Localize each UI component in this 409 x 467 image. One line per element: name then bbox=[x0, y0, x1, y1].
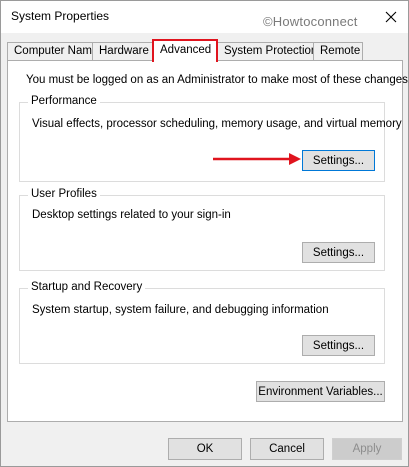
user-profiles-label: User Profiles bbox=[28, 188, 100, 200]
ok-button[interactable]: OK bbox=[168, 438, 242, 460]
window-title: System Properties bbox=[11, 9, 110, 23]
startup-recovery-group: Startup and Recovery System startup, sys… bbox=[19, 281, 385, 364]
title-bar[interactable]: System Properties ©Howtoconnect bbox=[1, 1, 408, 33]
tab-remote[interactable]: Remote bbox=[313, 42, 363, 61]
watermark: ©Howtoconnect bbox=[263, 14, 358, 29]
apply-button[interactable]: Apply bbox=[332, 438, 402, 460]
performance-group: Performance Visual effects, processor sc… bbox=[19, 95, 402, 182]
close-icon bbox=[385, 11, 397, 23]
tab-computer-name[interactable]: Computer Name bbox=[7, 42, 98, 61]
performance-settings-button[interactable]: Settings... bbox=[302, 150, 375, 171]
startup-recovery-description: System startup, system failure, and debu… bbox=[32, 304, 329, 316]
user-profiles-description: Desktop settings related to your sign-in bbox=[32, 209, 231, 221]
performance-description: Visual effects, processor scheduling, me… bbox=[32, 118, 402, 130]
close-button[interactable] bbox=[380, 7, 402, 27]
admin-notice: You must be logged on as an Administrato… bbox=[26, 74, 409, 86]
tab-strip: Computer Name Hardware Advanced System P… bbox=[7, 39, 403, 62]
system-properties-window: System Properties ©Howtoconnect Computer… bbox=[0, 0, 409, 467]
tab-system-protection[interactable]: System Protection bbox=[217, 42, 317, 61]
tab-hardware[interactable]: Hardware bbox=[92, 42, 153, 61]
user-profiles-settings-button[interactable]: Settings... bbox=[302, 242, 375, 263]
user-profiles-group: User Profiles Desktop settings related t… bbox=[19, 188, 385, 271]
red-arrow-icon bbox=[213, 153, 301, 165]
startup-recovery-label: Startup and Recovery bbox=[28, 281, 146, 293]
performance-label: Performance bbox=[28, 95, 100, 107]
cancel-button[interactable]: Cancel bbox=[250, 438, 324, 460]
tab-advanced[interactable]: Advanced bbox=[152, 39, 218, 62]
environment-variables-button[interactable]: Environment Variables... bbox=[256, 381, 385, 402]
startup-recovery-settings-button[interactable]: Settings... bbox=[302, 335, 375, 356]
